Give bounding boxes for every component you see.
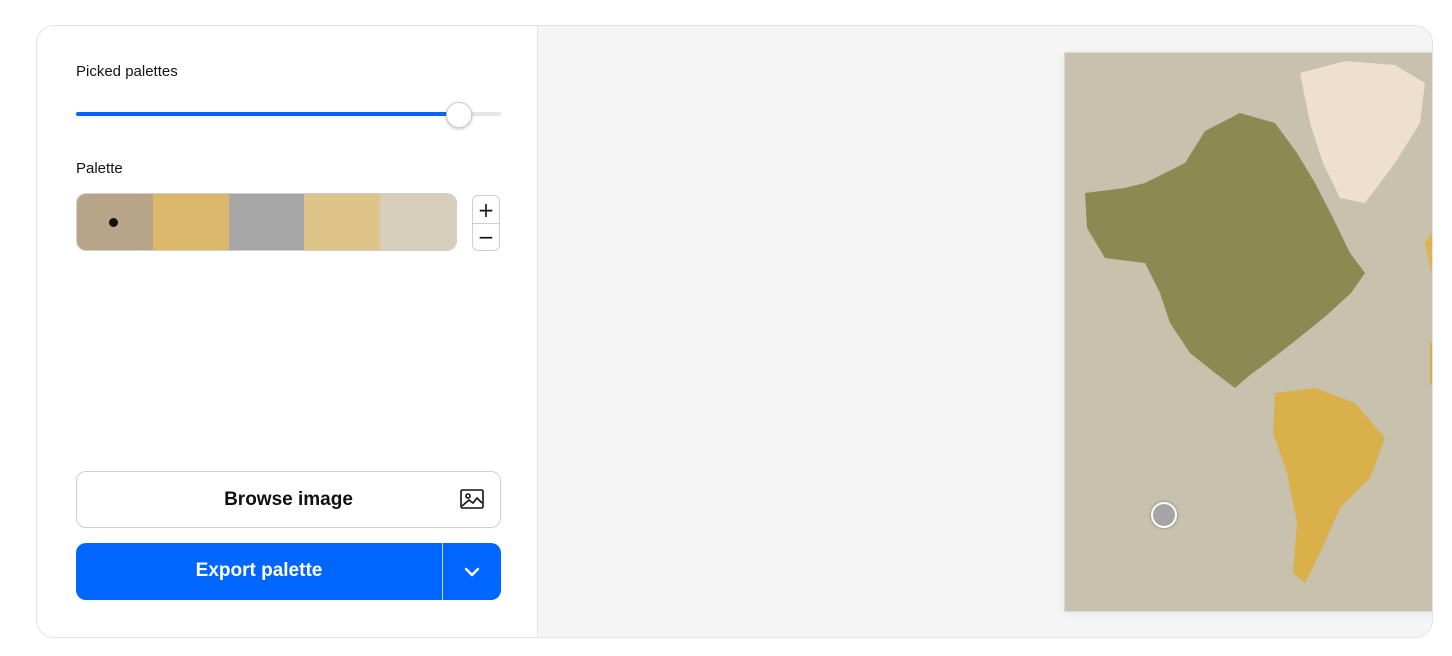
palette-generator-card: Picked palettes Palette + − Browse image (36, 25, 1433, 638)
palette-size-stepper: + − (472, 195, 500, 251)
world-map-image (1064, 52, 1432, 612)
palette-swatches (76, 193, 457, 251)
image-icon (460, 489, 484, 509)
slider-fill (76, 112, 459, 116)
selected-swatch-indicator (108, 218, 118, 227)
export-palette-label: Export palette (195, 560, 323, 581)
color-picker-handle[interactable] (1151, 502, 1177, 528)
browse-image-button[interactable]: Browse image (76, 471, 501, 528)
palette-swatch[interactable] (77, 194, 153, 250)
export-palette-split-button: Export palette (76, 543, 501, 600)
remove-color-button[interactable]: − (473, 223, 499, 250)
picked-palettes-label: Picked palettes (76, 63, 178, 80)
palette-label: Palette (76, 160, 123, 177)
palette-swatch[interactable] (228, 194, 305, 250)
palette-swatch[interactable] (304, 194, 381, 250)
browse-image-label: Browse image (224, 489, 353, 510)
slider-thumb[interactable] (445, 102, 472, 128)
export-options-button[interactable] (443, 543, 501, 600)
chevron-down-icon (464, 567, 480, 576)
controls-panel: Picked palettes Palette + − Browse image (37, 26, 537, 637)
picked-palettes-slider[interactable] (76, 102, 501, 128)
palette-swatch[interactable] (380, 194, 456, 250)
palette-swatch[interactable] (152, 194, 229, 250)
export-palette-button[interactable]: Export palette (76, 543, 442, 600)
world-map-illustration (1065, 53, 1432, 611)
add-color-button[interactable]: + (473, 196, 499, 223)
image-preview-panel (537, 26, 1432, 637)
